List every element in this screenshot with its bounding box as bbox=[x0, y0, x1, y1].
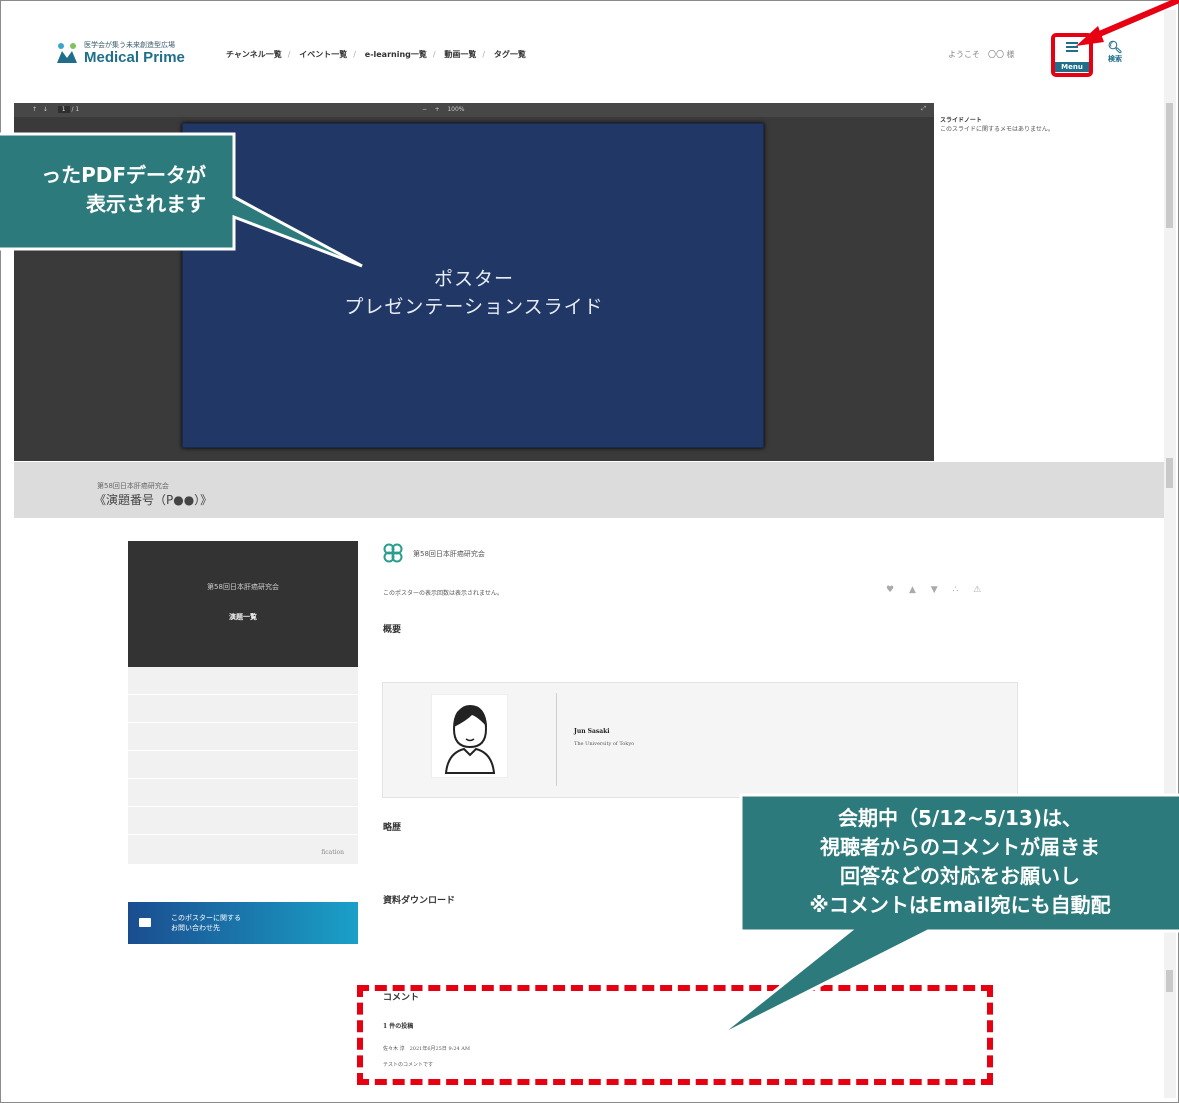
list-item[interactable] bbox=[128, 667, 358, 695]
event-subtitle: 第58回日本肝癌研究会 bbox=[97, 482, 169, 490]
page-total: / 1 bbox=[71, 106, 80, 113]
nav-channels[interactable]: チャンネル一覧 bbox=[226, 50, 282, 59]
slide-title: ポスター bbox=[433, 268, 514, 290]
scrollbar-thumb[interactable] bbox=[1166, 103, 1173, 228]
mail-icon bbox=[139, 918, 151, 927]
author-affiliation: The University of Tokyo bbox=[574, 741, 635, 747]
nav-events[interactable]: イベント一覧 bbox=[299, 50, 347, 59]
thumbs-up-icon[interactable]: ▲ bbox=[909, 585, 916, 595]
list-item[interactable] bbox=[128, 751, 358, 779]
avatar bbox=[431, 694, 508, 778]
welcome-user: ようこそ 〇〇 様 bbox=[948, 50, 1015, 59]
callout-pdf-line2: 表示されます bbox=[86, 192, 206, 216]
nav-elearning[interactable]: e-learning一覧 bbox=[365, 50, 427, 59]
slide-subtitle: プレゼンテーションスライド bbox=[344, 296, 604, 318]
menu-label: Menu bbox=[1055, 62, 1089, 72]
page-number-input[interactable]: 1 bbox=[57, 106, 70, 113]
contact-label-line1: このポスターに関する bbox=[171, 914, 241, 922]
view-count-note: このポスターの表示回数は表示されません。 bbox=[383, 590, 503, 597]
list-item[interactable] bbox=[128, 807, 358, 835]
zoom-select[interactable]: 100% bbox=[447, 106, 464, 113]
sidebar-event-name: 第58回日本肝癌研究会 bbox=[207, 583, 279, 591]
zoom-controls: − + 100% bbox=[422, 106, 465, 113]
site-header: 医学会が集う未来創造型広場 Medical Prime チャンネル一覧 / イベン… bbox=[14, 10, 1164, 102]
nav-separator: / bbox=[482, 50, 486, 59]
contact-label: このポスターに関する お問い合わせ先 bbox=[171, 913, 241, 933]
society-name: 第58回日本肝癌研究会 bbox=[413, 550, 485, 558]
author-card: Jun Sasaki The University of Tokyo bbox=[382, 682, 1018, 798]
contact-button[interactable]: このポスターに関する お問い合わせ先 bbox=[128, 902, 358, 944]
callout-comments-text: 会期中（5/12~5/13)は、 視聴者からのコメントが届きま 回答などの対応を… bbox=[741, 804, 1179, 920]
comments-count: 1 件の投稿 bbox=[383, 1023, 414, 1030]
poster-actions: ♥ ▲ ▼ ∴ ⚠ bbox=[886, 585, 993, 595]
slide-notes-panel: スライドノート このスライドに関するメモはありません。 bbox=[934, 103, 1164, 461]
card-divider bbox=[556, 693, 557, 786]
search-label: 検索 bbox=[1108, 55, 1122, 63]
poster-title-band: 第58回日本肝癌研究会 《演題番号（P●●）》 bbox=[14, 462, 1164, 518]
nav-separator: / bbox=[432, 50, 436, 59]
sidebar-list-link[interactable]: 演題一覧 bbox=[128, 612, 358, 622]
logo-mark-icon bbox=[57, 43, 77, 63]
scrollbar-thumb[interactable] bbox=[1166, 970, 1173, 992]
nav-separator: / bbox=[287, 50, 291, 59]
event-sidebar-header: 第58回日本肝癌研究会 演題一覧 bbox=[128, 541, 358, 667]
logo-text: Medical Prime bbox=[84, 49, 185, 66]
callout-pdf-display: ったPDFデータが 表示されます bbox=[0, 134, 234, 249]
list-item[interactable] bbox=[128, 779, 358, 807]
next-page-icon[interactable]: ↓ bbox=[43, 106, 48, 113]
sidebar-footer-text: fication bbox=[321, 849, 344, 856]
comment-body: テストのコメントです bbox=[383, 1062, 434, 1068]
bio-heading: 略歴 bbox=[383, 823, 402, 833]
warning-icon[interactable]: ⚠ bbox=[973, 585, 981, 595]
thumbs-down-icon[interactable]: ▼ bbox=[931, 585, 938, 595]
nav-separator: / bbox=[353, 50, 356, 59]
prev-page-icon[interactable]: ↑ bbox=[32, 106, 37, 113]
contact-label-line2: お問い合わせ先 bbox=[171, 924, 220, 932]
author-name[interactable]: Jun Sasaki bbox=[574, 728, 610, 735]
callout-pdf-text: ったPDFデータが 表示されます bbox=[0, 161, 232, 219]
notes-title: スライドノート bbox=[940, 117, 982, 124]
page-controls: ↑ ↓ 1 / 1 bbox=[32, 106, 79, 113]
summary-heading: 概要 bbox=[383, 625, 402, 635]
viewer-toolbar: ↑ ↓ 1 / 1 − + 100% ⤢ bbox=[14, 103, 934, 117]
callout-comments-line3: 回答などの対応をお願いし bbox=[840, 864, 1080, 888]
comment-highlight-box bbox=[357, 985, 993, 1085]
comment-meta: 佐々木 淳 2021年6月25日 9:24 AM bbox=[383, 1046, 470, 1052]
pdf-slide: ポスター プレゼンテーションスライド bbox=[182, 123, 764, 448]
main-nav: チャンネル一覧 / イベント一覧 / e-learning一覧 / 動画一覧 / タグ一… bbox=[226, 49, 526, 60]
zoom-out-icon[interactable]: − bbox=[422, 106, 427, 113]
poster-title: 《演題番号（P●●）》 bbox=[94, 493, 213, 507]
notes-text: このスライドに関するメモはありません。 bbox=[940, 126, 1054, 133]
fullscreen-icon[interactable]: ⤢ bbox=[921, 105, 926, 113]
nav-tags[interactable]: タグ一覧 bbox=[494, 50, 526, 59]
scrollbar-thumb[interactable] bbox=[1166, 458, 1173, 488]
society-logo-icon bbox=[383, 543, 403, 563]
site-logo[interactable]: 医学会が集う未来創造型広場 Medical Prime bbox=[56, 40, 206, 70]
sidebar-list: fication bbox=[128, 667, 358, 864]
download-heading: 資料ダウンロード bbox=[383, 896, 456, 906]
share-icon[interactable]: ∴ bbox=[953, 585, 959, 595]
list-item[interactable] bbox=[128, 695, 358, 723]
callout-pdf-line1: ったPDFデータが bbox=[41, 163, 206, 187]
user-avatar-icon bbox=[444, 705, 496, 774]
zoom-in-icon[interactable]: + bbox=[435, 106, 440, 113]
callout-comments-line2: 視聴者からのコメントが届きま bbox=[820, 835, 1100, 859]
comments-heading: コメント bbox=[383, 993, 420, 1003]
heart-icon[interactable]: ♥ bbox=[886, 585, 894, 595]
list-item[interactable] bbox=[128, 723, 358, 751]
nav-videos[interactable]: 動画一覧 bbox=[444, 50, 476, 59]
callout-comments-line1: 会期中（5/12~5/13)は、 bbox=[837, 806, 1082, 830]
callout-comments-line4: ※コメントはEmail宛にも自動配 bbox=[809, 893, 1111, 917]
callout-comments: 会期中（5/12~5/13)は、 視聴者からのコメントが届きま 回答などの対応を… bbox=[741, 795, 1179, 931]
